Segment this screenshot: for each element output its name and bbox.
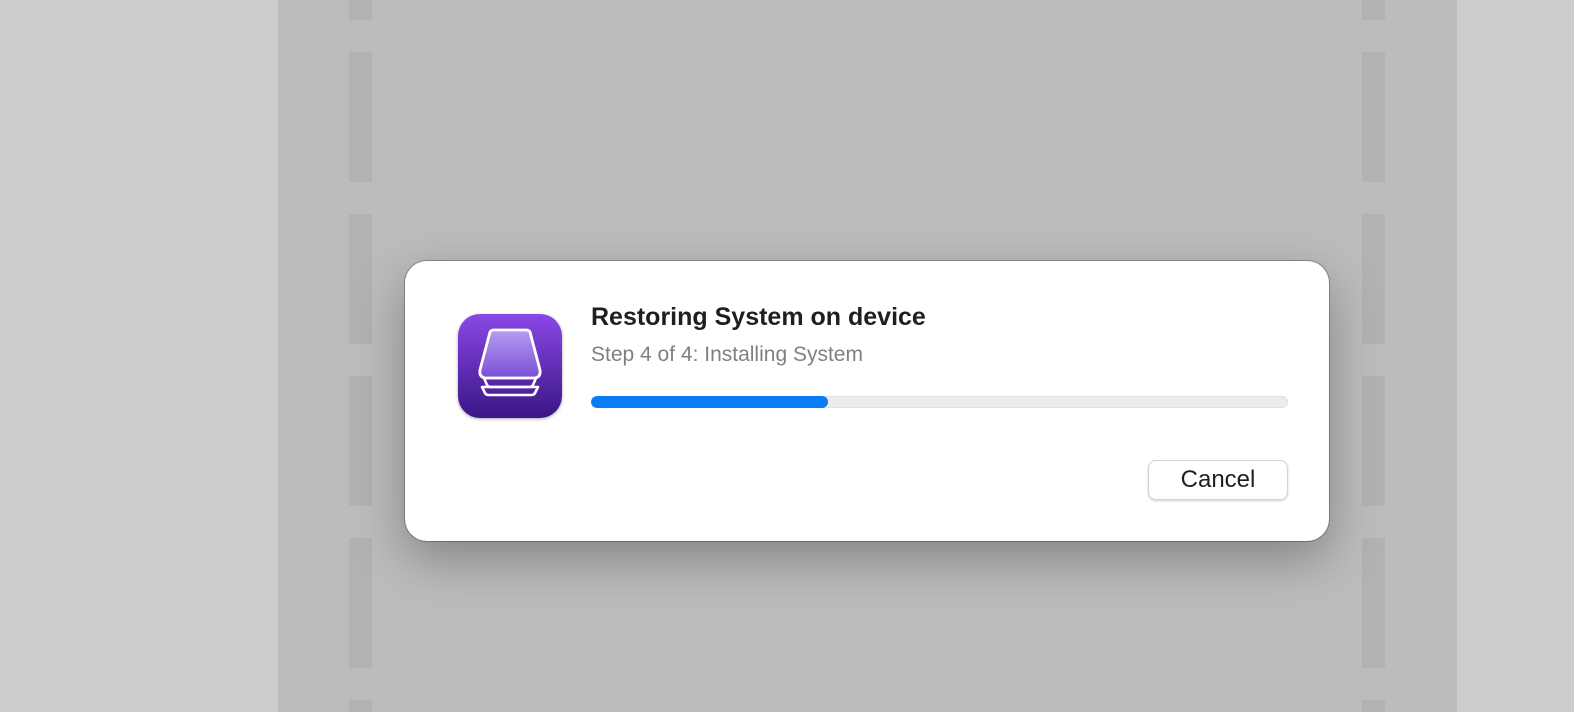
restore-progress-dialog: Restoring System on device Step 4 of 4: … xyxy=(405,261,1329,541)
progress-bar xyxy=(591,396,1288,408)
background-dashed-border-left xyxy=(349,0,372,712)
background-dashed-border-right xyxy=(1362,0,1385,712)
dialog-title: Restoring System on device xyxy=(591,303,926,331)
dialog-step-status: Step 4 of 4: Installing System xyxy=(591,343,863,366)
cancel-button[interactable]: Cancel xyxy=(1148,460,1288,500)
progress-bar-fill xyxy=(591,396,828,408)
apple-configurator-icon xyxy=(458,314,562,418)
